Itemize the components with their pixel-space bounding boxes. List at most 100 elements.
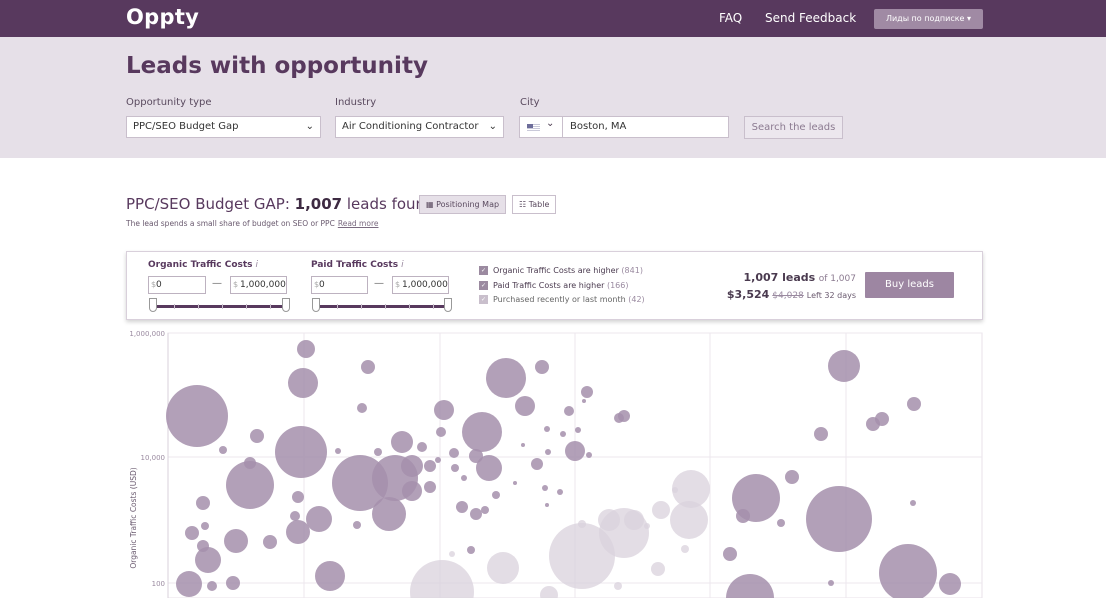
y-axis-label: Organic Traffic Costs (USD) — [129, 467, 138, 568]
paid-max-input[interactable]: $1,000,000 — [392, 276, 449, 294]
data-point — [315, 561, 345, 591]
current-price: $3,524 — [726, 288, 770, 301]
data-point — [581, 386, 593, 398]
data-point — [467, 546, 475, 554]
data-point — [451, 464, 459, 472]
paid-min-input[interactable]: $0 — [311, 276, 368, 294]
data-point — [297, 340, 315, 358]
organic-higher-checkbox[interactable]: ✓ Organic Traffic Costs are higher (841) — [479, 266, 643, 275]
data-point — [449, 551, 455, 557]
data-point — [614, 582, 622, 590]
data-point — [476, 455, 502, 481]
range-tick — [409, 304, 410, 309]
data-point — [196, 496, 210, 510]
range-tick — [246, 304, 247, 309]
data-point — [565, 441, 585, 461]
range-dash: — — [374, 278, 384, 289]
data-point — [219, 446, 227, 454]
organic-range-track[interactable] — [152, 305, 288, 308]
data-point — [306, 506, 332, 532]
data-point — [879, 544, 937, 598]
organic-max-input[interactable]: $1,000,000 — [230, 276, 287, 294]
data-point — [335, 448, 341, 454]
selected-leads-summary: 1,007 leads of 1,007 — [743, 271, 856, 284]
data-point — [492, 491, 500, 499]
data-point — [288, 368, 318, 398]
info-icon[interactable]: i — [401, 260, 404, 270]
y-tick-label: 10,000 — [141, 454, 166, 462]
data-point — [542, 485, 548, 491]
data-point — [481, 506, 489, 514]
checkmark-icon: ✓ — [479, 295, 488, 304]
data-point — [531, 458, 543, 470]
data-point — [424, 460, 436, 472]
data-point — [372, 497, 406, 531]
data-point — [436, 427, 446, 437]
data-point — [806, 486, 872, 552]
paid-higher-checkbox[interactable]: ✓ Paid Traffic Costs are higher (166) — [479, 281, 628, 290]
data-point — [828, 350, 860, 382]
time-left: Left 32 days — [806, 291, 856, 300]
data-point — [907, 397, 921, 411]
data-point — [652, 501, 670, 519]
data-point — [545, 503, 549, 507]
data-point — [624, 510, 644, 530]
range-tick — [270, 304, 271, 309]
paid-traffic-label: Paid Traffic Costs i — [311, 260, 404, 270]
range-tick — [361, 304, 362, 309]
data-point — [417, 442, 427, 452]
data-point — [470, 508, 482, 520]
checkmark-icon: ✓ — [479, 281, 488, 290]
y-tick-label: 1,000,000 — [129, 330, 165, 338]
info-icon[interactable]: i — [256, 260, 259, 270]
organic-max-handle[interactable] — [282, 298, 290, 312]
data-point — [672, 487, 678, 493]
organic-min-handle[interactable] — [149, 298, 157, 312]
paid-max-handle[interactable] — [444, 298, 452, 312]
data-point — [557, 489, 563, 495]
data-point — [535, 360, 549, 374]
range-tick — [174, 304, 175, 309]
data-point — [560, 431, 566, 437]
data-point — [545, 449, 551, 455]
data-point — [521, 443, 525, 447]
data-point — [391, 431, 413, 453]
paid-min-handle[interactable] — [312, 298, 320, 312]
buy-leads-button[interactable]: Buy leads — [865, 272, 954, 298]
data-point — [435, 457, 441, 463]
data-point — [486, 358, 526, 398]
data-point — [275, 426, 327, 478]
data-point — [564, 406, 574, 416]
data-point — [166, 385, 228, 447]
data-point — [456, 501, 468, 513]
data-point — [723, 547, 737, 561]
data-point — [263, 535, 277, 549]
data-point — [374, 448, 382, 456]
range-tick — [385, 304, 386, 309]
price-summary: $3,524 $4,028 Left 32 days — [727, 288, 856, 301]
purchased-recently-checkbox[interactable]: ✓ Purchased recently or last month (42) — [479, 295, 645, 304]
data-point — [244, 457, 256, 469]
data-point — [575, 427, 581, 433]
data-point — [176, 571, 202, 597]
data-point — [586, 452, 592, 458]
data-point — [361, 360, 375, 374]
data-point — [434, 400, 454, 420]
filter-panel: Organic Traffic Costs i $0 — $1,000,000 P… — [126, 251, 983, 320]
data-point — [515, 396, 535, 416]
data-point — [598, 509, 620, 531]
range-tick — [433, 304, 434, 309]
data-point — [875, 412, 889, 426]
data-point — [644, 523, 650, 529]
organic-min-input[interactable]: $0 — [148, 276, 206, 294]
data-point — [449, 448, 459, 458]
data-point — [814, 427, 828, 441]
organic-traffic-label: Organic Traffic Costs i — [148, 260, 259, 270]
data-point — [939, 573, 961, 595]
paid-range-track[interactable] — [315, 305, 450, 308]
data-point — [292, 491, 304, 503]
data-point — [726, 574, 774, 598]
data-point — [353, 521, 361, 529]
data-point — [201, 522, 209, 530]
data-point — [544, 426, 550, 432]
